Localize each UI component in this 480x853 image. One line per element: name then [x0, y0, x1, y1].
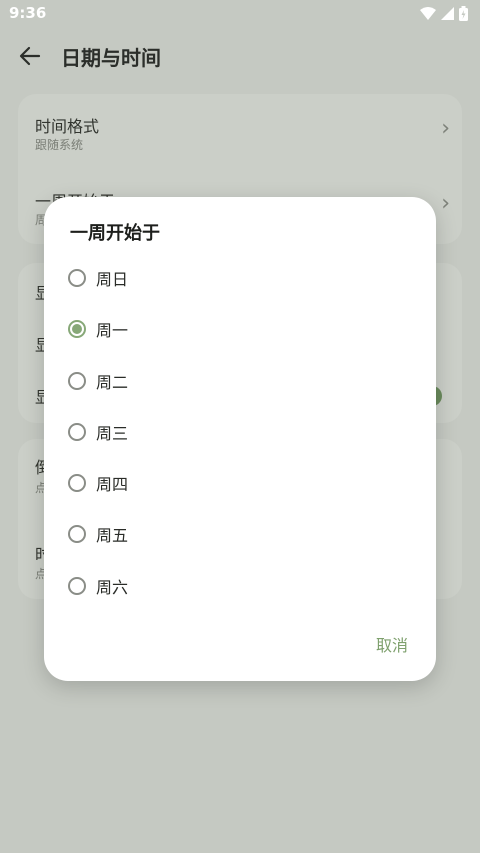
- option-label: 周日: [96, 270, 129, 289]
- radio-icon[interactable]: [68, 577, 86, 595]
- option-label: 周六: [96, 578, 129, 597]
- option-label: 周二: [96, 373, 129, 392]
- radio-icon[interactable]: [68, 525, 86, 543]
- option-monday[interactable]: 周一: [68, 307, 408, 351]
- option-friday[interactable]: 周五: [68, 512, 408, 556]
- option-sunday[interactable]: 周日: [68, 256, 408, 300]
- option-label: 周一: [96, 321, 129, 340]
- option-saturday[interactable]: 周六: [68, 564, 408, 608]
- option-tuesday[interactable]: 周二: [68, 359, 408, 403]
- week-start-dialog: 一周开始于 周日 周一 周二 周三 周四 周五 周六 取消: [44, 197, 436, 681]
- option-label: 周五: [96, 526, 129, 545]
- cancel-button[interactable]: 取消: [376, 632, 408, 656]
- radio-checked-icon[interactable]: [68, 320, 86, 338]
- radio-icon[interactable]: [68, 372, 86, 390]
- dialog-title: 一周开始于: [70, 223, 160, 244]
- radio-icon[interactable]: [68, 474, 86, 492]
- option-thursday[interactable]: 周四: [68, 461, 408, 505]
- option-wednesday[interactable]: 周三: [68, 410, 408, 454]
- radio-icon[interactable]: [68, 269, 86, 287]
- option-label: 周三: [96, 424, 129, 443]
- radio-icon[interactable]: [68, 423, 86, 441]
- option-label: 周四: [96, 475, 129, 494]
